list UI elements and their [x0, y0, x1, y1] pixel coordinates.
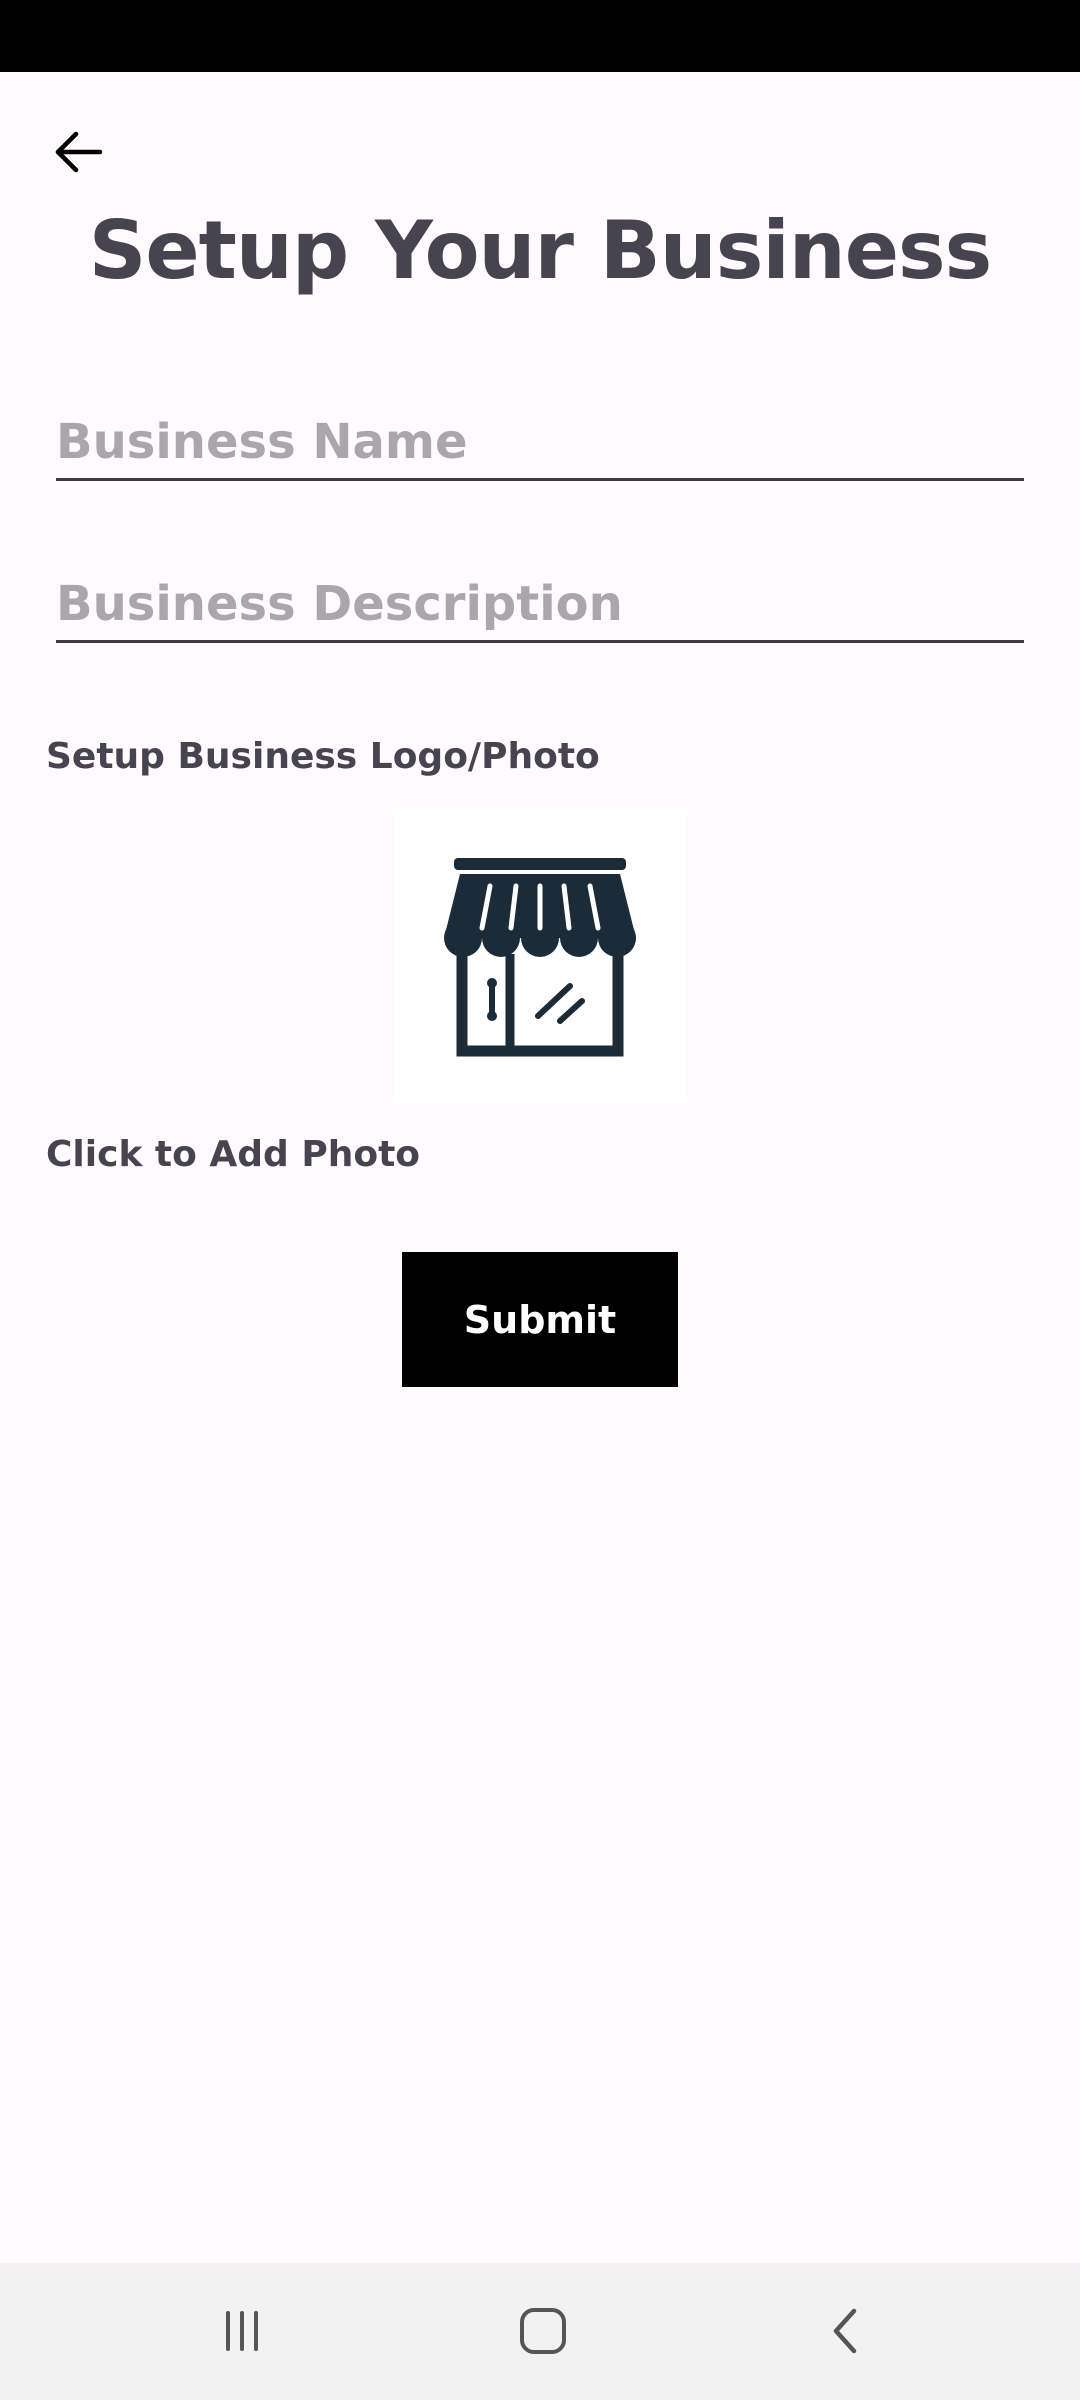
photo-picker[interactable]	[393, 809, 687, 1103]
recents-icon	[226, 2311, 258, 2351]
storefront-icon	[444, 858, 636, 1057]
business-description-field[interactable]	[56, 550, 1024, 643]
business-description-input[interactable]	[56, 576, 1024, 632]
home-icon	[520, 2308, 566, 2354]
page-title: Setup Your Business	[88, 204, 992, 297]
logo-section-label: Setup Business Logo/Photo	[46, 736, 600, 777]
nav-back-button[interactable]	[806, 2291, 886, 2371]
system-navigation-bar	[0, 2263, 1080, 2400]
home-button[interactable]	[503, 2291, 583, 2371]
status-bar	[0, 0, 1080, 72]
submit-button[interactable]: Submit	[402, 1252, 678, 1387]
business-name-field[interactable]	[56, 388, 1024, 481]
back-button[interactable]	[40, 114, 116, 190]
recents-button[interactable]	[202, 2291, 282, 2371]
business-name-input[interactable]	[56, 414, 1024, 470]
nav-back-icon	[833, 2308, 857, 2354]
add-photo-label[interactable]: Click to Add Photo	[46, 1134, 420, 1175]
arrow-left-icon	[55, 131, 103, 173]
